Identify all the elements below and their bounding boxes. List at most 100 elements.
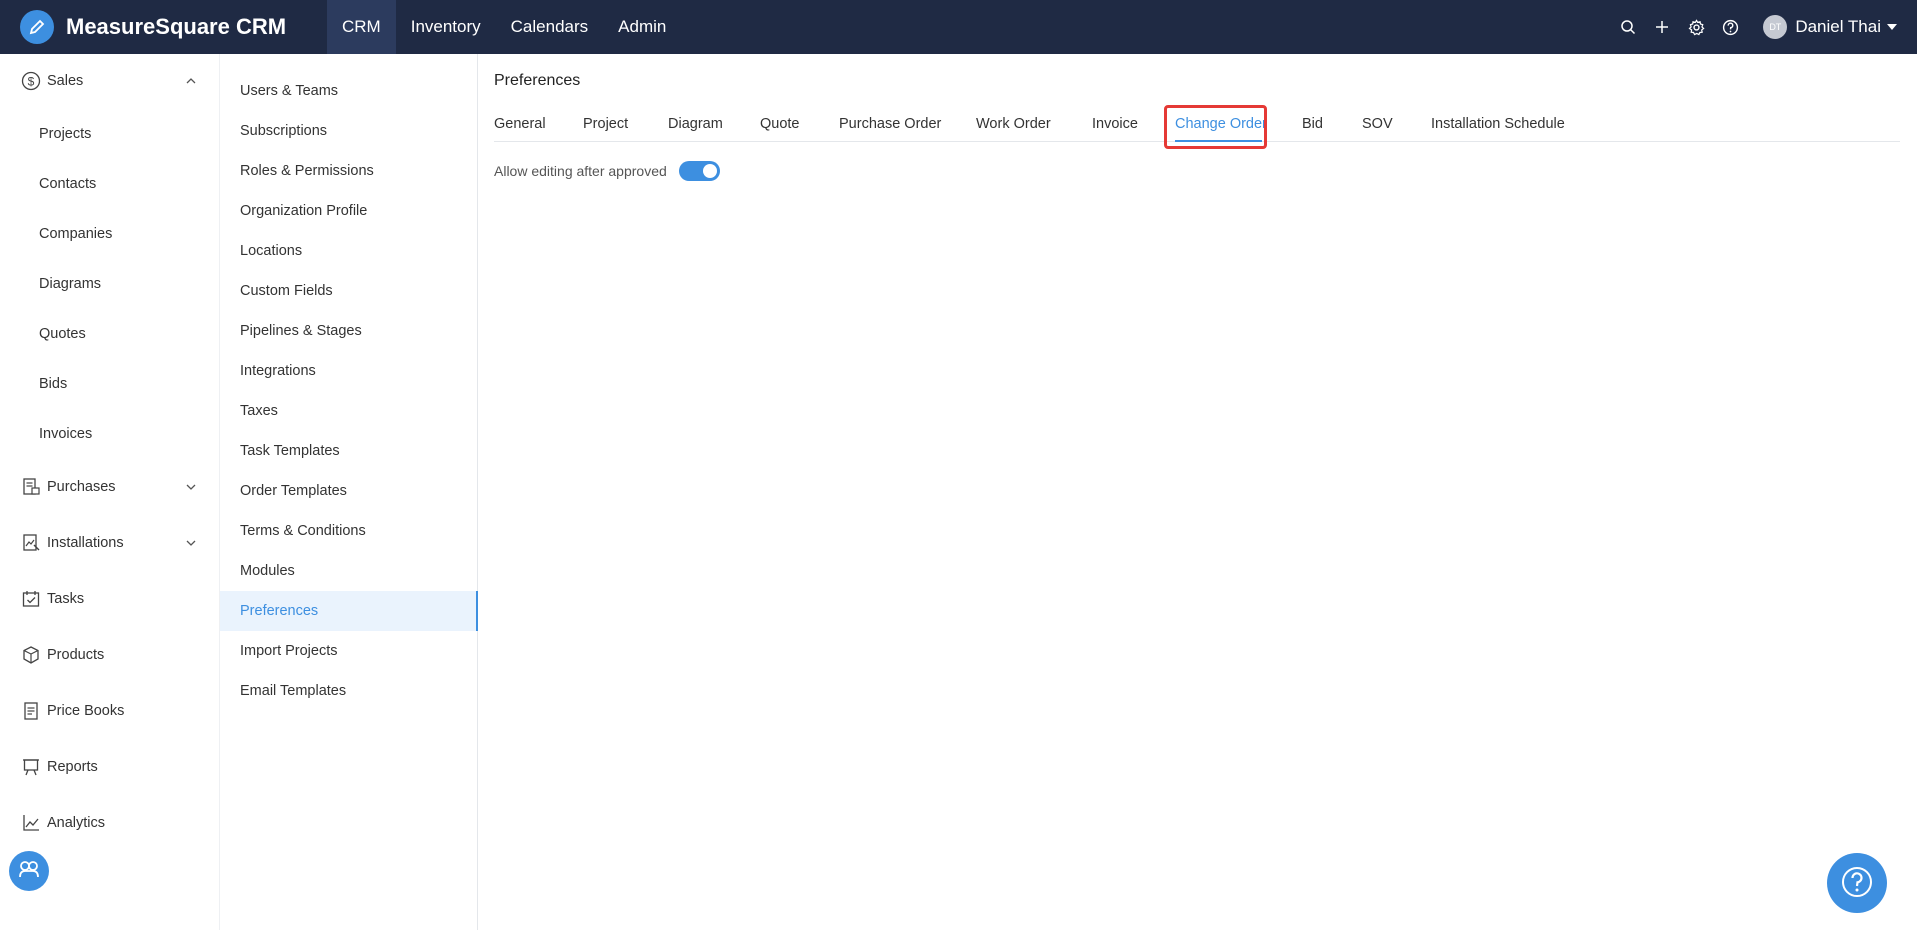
app-name: MeasureSquare CRM [66, 14, 287, 39]
plus-icon[interactable] [1645, 10, 1679, 44]
sidebar-item-label: Bids [39, 376, 68, 392]
user-name: Daniel Thai [1795, 17, 1881, 36]
nav-crm[interactable]: CRM [327, 0, 396, 54]
preference-tabs: General Project Diagram Quote Purchase O… [494, 105, 1900, 197]
settings-item-pipelines-stages[interactable]: Pipelines & Stages [220, 311, 478, 351]
sidebar-item-label: Price Books [47, 703, 125, 719]
help-icon[interactable] [1713, 10, 1747, 44]
settings-item-modules[interactable]: Modules [220, 551, 478, 591]
settings-item-users-teams[interactable]: Users & Teams [220, 71, 478, 111]
tab-change-order[interactable]: Change Order [1175, 116, 1267, 132]
sidebar-item-label: Projects [39, 126, 92, 142]
sidebar-item-tasks[interactable]: Tasks [0, 579, 219, 619]
chevron-down-icon[interactable] [184, 480, 198, 494]
sidebar-item-label: Tasks [47, 591, 85, 607]
search-icon[interactable] [1611, 10, 1645, 44]
top-actions: DT Daniel Thai [1611, 0, 1897, 54]
sidebar-item-label: Reports [47, 759, 98, 775]
nav-admin[interactable]: Admin [603, 0, 681, 54]
sidebar-item-label: Products [47, 647, 105, 663]
sidebar-item-diagrams[interactable]: Diagrams [0, 264, 219, 304]
tab-installation-schedule[interactable]: Installation Schedule [1431, 116, 1565, 132]
sidebar-item-label: Quotes [39, 326, 86, 342]
settings-item-subscriptions[interactable]: Subscriptions [220, 111, 478, 151]
tab-purchase-order[interactable]: Purchase Order [839, 116, 941, 132]
settings-menu: Users & Teams Subscriptions Roles & Perm… [219, 54, 478, 930]
tab-sov[interactable]: SOV [1362, 116, 1393, 132]
sidebar-item-label: Diagrams [39, 276, 102, 292]
chevron-down-icon[interactable] [184, 536, 198, 550]
tab-diagram[interactable]: Diagram [668, 116, 723, 132]
settings-item-custom-fields[interactable]: Custom Fields [220, 271, 478, 311]
allow-editing-toggle[interactable] [678, 161, 720, 181]
settings-item-organization-profile[interactable]: Organization Profile [220, 191, 478, 231]
sidebar-item-label: Sales [47, 73, 84, 89]
avatar: DT [1763, 15, 1788, 39]
sidebar-item-quotes[interactable]: Quotes [0, 314, 219, 354]
nav-inventory[interactable]: Inventory [396, 0, 496, 54]
sidebar-item-invoices[interactable]: Invoices [0, 414, 219, 454]
active-tab-indicator [1175, 140, 1262, 142]
allow-editing-label: Allow editing after approved [494, 163, 667, 179]
settings-item-email-templates[interactable]: Email Templates [220, 671, 478, 711]
sidebar-item-label: Installations [47, 535, 124, 551]
main-nav: CRM Inventory Calendars Admin [327, 0, 681, 54]
settings-item-order-templates[interactable]: Order Templates [220, 471, 478, 511]
sidebar-item-price-books[interactable]: Price Books [0, 691, 219, 731]
settings-item-terms-conditions[interactable]: Terms & Conditions [220, 511, 478, 551]
preference-row: Allow editing after approved [494, 161, 720, 181]
sidebar-item-projects[interactable]: Projects [0, 114, 219, 154]
tab-bid[interactable]: Bid [1302, 116, 1323, 132]
chevron-up-icon[interactable] [184, 74, 198, 88]
purchase-doc-icon [20, 476, 42, 498]
sidebar-item-bids[interactable]: Bids [0, 364, 219, 404]
sidebar-item-products[interactable]: Products [0, 635, 219, 675]
settings-item-locations[interactable]: Locations [220, 231, 478, 271]
assistant-icon [17, 858, 41, 885]
dollar-circle-icon: $ [20, 70, 42, 92]
help-chat-button[interactable] [1827, 853, 1887, 913]
tab-general[interactable]: General [494, 116, 546, 132]
toggle-knob [702, 164, 717, 178]
presentation-board-icon [20, 756, 42, 778]
tab-work-order[interactable]: Work Order [976, 116, 1051, 132]
nav-calendars[interactable]: Calendars [496, 0, 604, 54]
box-icon [20, 644, 42, 666]
tab-project[interactable]: Project [583, 116, 628, 132]
svg-text:$: $ [28, 75, 35, 89]
gear-icon[interactable] [1679, 10, 1713, 44]
assistant-button[interactable] [9, 851, 49, 891]
sidebar-item-reports[interactable]: Reports [0, 747, 219, 787]
top-navigation-bar: MeasureSquare CRM CRM Inventory Calendar… [0, 0, 1917, 54]
sidebar-item-contacts[interactable]: Contacts [0, 164, 219, 204]
sidebar-item-label: Analytics [47, 815, 106, 831]
document-icon [20, 700, 42, 722]
line-chart-icon [20, 812, 42, 834]
sidebar-item-label: Purchases [47, 479, 116, 495]
sidebar-item-sales[interactable]: $ Sales [0, 61, 219, 101]
page-title: Preferences [494, 72, 581, 89]
settings-item-task-templates[interactable]: Task Templates [220, 431, 478, 471]
installation-doc-icon [20, 532, 42, 554]
sidebar-item-label: Companies [39, 226, 113, 242]
settings-item-import-projects[interactable]: Import Projects [220, 631, 478, 671]
user-menu[interactable]: DT Daniel Thai [1763, 15, 1897, 39]
settings-item-integrations[interactable]: Integrations [220, 351, 478, 391]
tab-invoice[interactable]: Invoice [1092, 116, 1138, 132]
sidebar-item-companies[interactable]: Companies [0, 214, 219, 254]
settings-item-roles-permissions[interactable]: Roles & Permissions [220, 151, 478, 191]
settings-item-preferences[interactable]: Preferences [220, 591, 478, 631]
pencil-logo-icon [20, 10, 54, 44]
sidebar-item-label: Invoices [39, 426, 93, 442]
calendar-check-icon [20, 588, 42, 610]
settings-item-taxes[interactable]: Taxes [220, 391, 478, 431]
tab-quote[interactable]: Quote [760, 116, 800, 132]
sidebar-item-purchases[interactable]: Purchases [0, 467, 219, 507]
caret-down-icon [1887, 24, 1897, 30]
question-mark-icon [1840, 865, 1874, 902]
sidebar-item-analytics[interactable]: Analytics [0, 803, 219, 843]
sidebar-item-installations[interactable]: Installations [0, 523, 219, 563]
main-content: Preferences General Project Diagram Quot… [478, 54, 1917, 943]
brand[interactable]: MeasureSquare CRM [0, 0, 327, 54]
sidebar-item-label: Contacts [39, 176, 97, 192]
